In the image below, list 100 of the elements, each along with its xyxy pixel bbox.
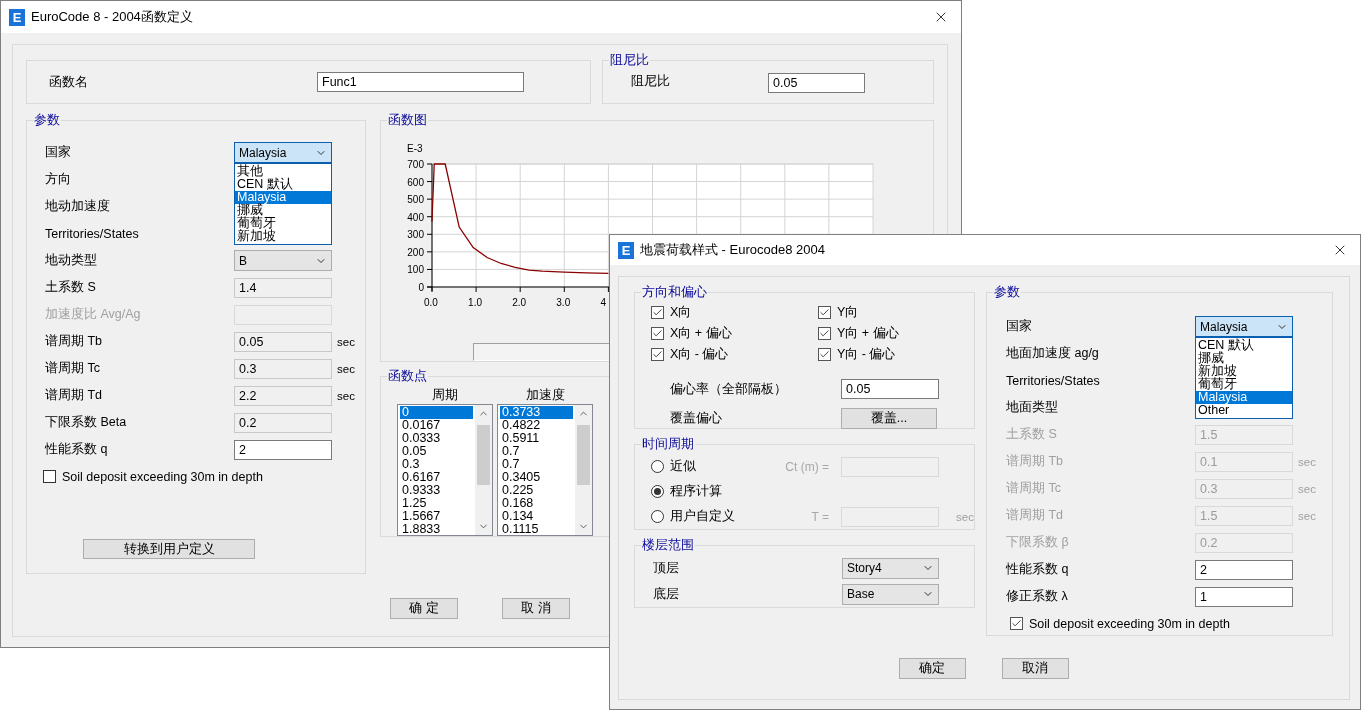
field-label: 谱周期 Tc [1006, 480, 1062, 497]
axis-label: 400 [407, 211, 424, 223]
text-field[interactable]: 1 [1195, 586, 1293, 607]
field-label: Territories/States [45, 226, 140, 241]
dialog-button[interactable]: 确定 [898, 658, 966, 679]
group-title: 时间周期 [641, 436, 695, 452]
dialog-button[interactable]: 确 定 [390, 598, 458, 619]
field-label: 方向 [45, 171, 72, 188]
field-label: Ct (m) = [785, 459, 829, 474]
axis-label: 0.0 [424, 297, 438, 308]
override-button[interactable]: 覆盖... [841, 407, 937, 429]
axis-label: 600 [407, 176, 424, 188]
field-label: 阻尼比 [631, 73, 671, 90]
field-label: 下限系数 Beta [45, 414, 128, 431]
unit-label: sec [337, 389, 356, 402]
text-field[interactable]: 1.4 [234, 277, 332, 298]
field-label: 覆盖偏心 [670, 409, 723, 427]
field-label: 函数名 [49, 73, 89, 91]
checkbox[interactable] [651, 327, 664, 340]
radio-label: 近似 [670, 458, 696, 475]
axis-unit-label: E-3 [407, 143, 423, 154]
dialog-button[interactable]: 取消 [1001, 658, 1069, 679]
field-label: 土系数 S [1006, 426, 1058, 443]
text-field[interactable]: 2 [1195, 559, 1293, 580]
field-label: 谱周期 Tb [1006, 453, 1065, 470]
text-field[interactable]: 0.05 [234, 331, 332, 352]
group-title: 参数 [993, 284, 1021, 300]
axis-label: 3.0 [556, 297, 571, 308]
checkbox-label: Y向 - 偏心 [837, 346, 896, 363]
unit-label: sec [1298, 482, 1317, 495]
field-label: 谱周期 Td [45, 387, 104, 404]
field-label: 底层 [653, 585, 680, 603]
checkbox[interactable] [651, 348, 664, 361]
checkbox[interactable] [818, 306, 831, 319]
dropdown[interactable]: B [234, 250, 332, 271]
text-field[interactable]: 0.3 [234, 358, 332, 379]
check-icon [652, 349, 663, 360]
text-field[interactable]: 0.05 [841, 379, 939, 399]
list-scrollbar[interactable] [475, 405, 492, 535]
window-title: EuroCode 8 - 2004函数定义 [31, 8, 194, 26]
checkbox[interactable] [818, 327, 831, 340]
scroll-thumb[interactable] [477, 425, 490, 485]
axis-label: 2.0 [512, 297, 527, 308]
check-icon [819, 307, 830, 318]
text-field[interactable]: 0.05 [768, 73, 865, 93]
field-label: 谱周期 Td [1006, 507, 1065, 524]
field-label: 偏心率（全部隔板） [670, 380, 788, 398]
text-field[interactable]: 2 [234, 439, 332, 460]
unit-label: sec [337, 362, 356, 375]
radio-label: 程序计算 [670, 483, 722, 500]
checkbox[interactable] [43, 470, 56, 483]
dropdown[interactable]: Story4 [842, 557, 939, 579]
field-label: 国家 [1006, 318, 1033, 335]
column-header: 周期 [432, 387, 458, 404]
scroll-thumb[interactable] [577, 425, 590, 485]
axis-label: 100 [407, 264, 424, 276]
axis-label: 500 [407, 194, 424, 206]
check-icon [819, 349, 830, 360]
group-title: 楼层范围 [641, 537, 695, 553]
convert-button[interactable]: 转换到用户定义 [83, 539, 255, 559]
axis-label: 700 [407, 159, 424, 170]
radio-button[interactable] [651, 510, 664, 523]
checkbox-label: X向 + 偏心 [670, 325, 732, 342]
field-label: 谱周期 Tb [45, 333, 104, 350]
check-icon [652, 307, 663, 318]
dropdown[interactable]: Base [842, 583, 939, 605]
field-label: 地动加速度 [45, 198, 111, 215]
list-item[interactable]: 0.3733 [500, 406, 573, 419]
axis-label: 1.0 [468, 297, 482, 308]
checkbox[interactable] [651, 306, 664, 319]
checkbox[interactable] [818, 348, 831, 361]
radio-button[interactable] [651, 460, 664, 473]
axis-label: 4 [600, 297, 606, 308]
dialog-button[interactable]: 取 消 [502, 598, 570, 619]
field-label: T = [811, 509, 829, 524]
text-field[interactable]: 0.2 [234, 412, 332, 433]
checkbox-label: X向 - 偏心 [670, 346, 729, 363]
radio-button[interactable] [651, 485, 664, 498]
window-title: 地震荷载样式 - Eurocode8 2004 [640, 241, 826, 259]
axis-label: 300 [407, 229, 424, 241]
field-label: 地面加速度 ag/g [1006, 345, 1100, 362]
checkbox-label: Y向 + 偏心 [837, 325, 899, 342]
dropdown-option[interactable]: Malaysia [1196, 391, 1292, 404]
list-item[interactable]: 0 [400, 406, 473, 419]
field-label: 加速度比 Avg/Ag [45, 306, 142, 323]
check-icon [652, 328, 663, 339]
app-icon: E [9, 8, 25, 26]
field-label: 国家 [45, 144, 72, 161]
dropdown-option[interactable]: Malaysia [235, 191, 331, 204]
group-title: 函数图 [387, 112, 428, 128]
group-title: 参数 [33, 112, 61, 128]
list-scrollbar[interactable] [575, 405, 592, 535]
checkbox[interactable] [1010, 617, 1023, 630]
text-field[interactable]: Func1 [317, 72, 524, 92]
text-field[interactable]: 2.2 [234, 385, 332, 406]
field-label: 地动类型 [45, 252, 98, 269]
field-label: 土系数 S [45, 279, 97, 296]
field-label: 修正系数 λ [1006, 588, 1069, 605]
radio-label: 用户自定义 [670, 508, 735, 525]
axis-label: 0 [418, 282, 424, 293]
